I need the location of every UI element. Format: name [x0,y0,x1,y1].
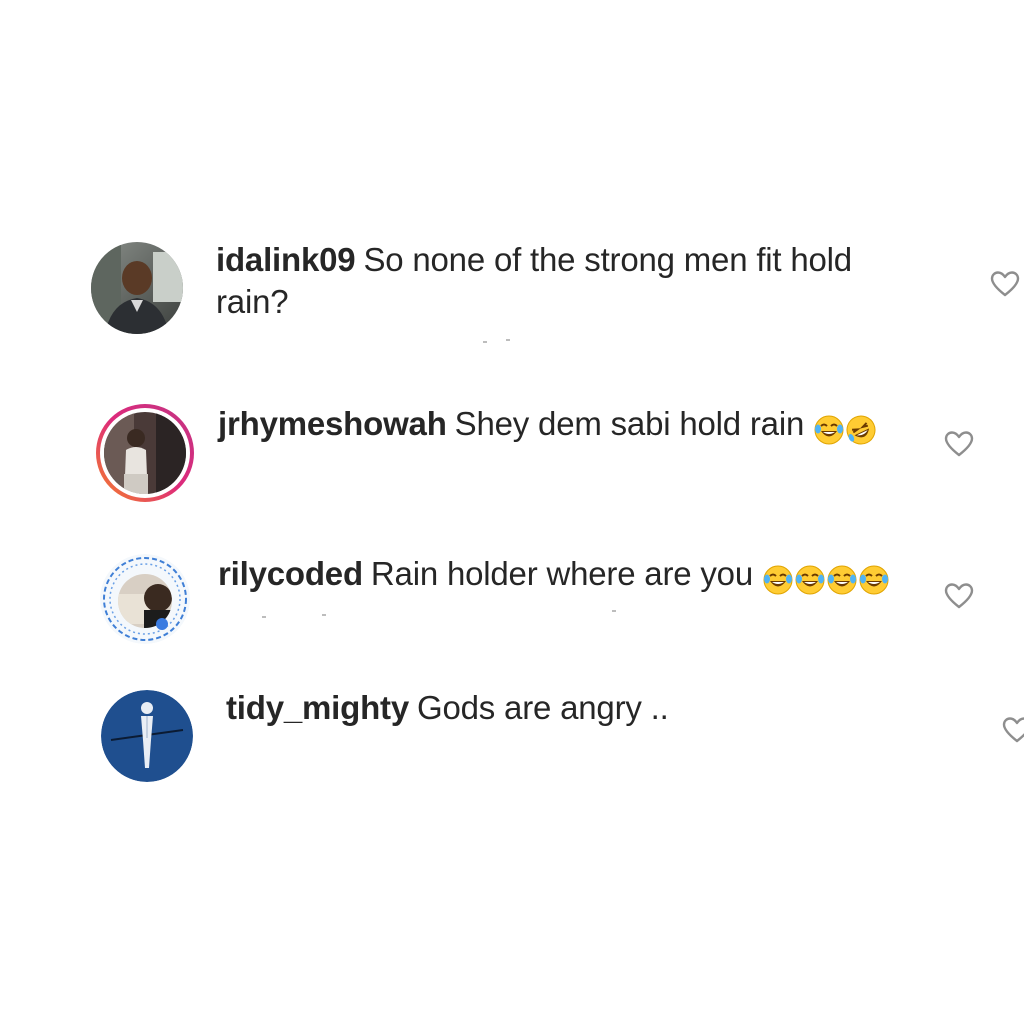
avatar-rilycoded[interactable] [100,554,190,644]
face-with-tears-of-joy-icon [859,565,889,595]
image-speck [322,614,326,616]
image-speck [483,341,487,343]
comment-body: So none of the strong men fit hold [363,241,852,278]
comment-text: idalink09 So none of the strong men fit h… [216,240,852,280]
comments-screen: idalink09 So none of the strong men fit h… [0,0,1024,1024]
rolling-on-the-floor-laughing-icon [846,415,876,445]
heart-outline-icon[interactable] [1002,716,1024,744]
avatar-tidy_mighty[interactable] [101,690,193,782]
avatar-jrhymeshowah[interactable] [94,402,196,504]
comment-text-continued: rain? [216,282,289,322]
heart-outline-icon[interactable] [944,582,974,610]
avatar-idalink09[interactable] [91,242,183,334]
comment-item: idalink09 So none of the strong men fit h… [0,238,1024,338]
comment-text: tidy_mighty Gods are angry .. [226,688,669,728]
comment-item: tidy_mighty Gods are angry .. [0,686,1024,786]
face-with-tears-of-joy-icon [763,565,793,595]
face-with-tears-of-joy-icon [814,415,844,445]
profile-photo-icon [91,242,183,334]
story-ring-icon [96,404,194,502]
comment-text: rilycoded Rain holder where are you [218,554,891,598]
comment-username[interactable]: tidy_mighty [226,689,409,726]
comment-item: rilycoded Rain holder where are you [0,548,1024,648]
comment-body: Gods are angry .. [417,689,669,726]
heart-outline-icon[interactable] [990,270,1020,298]
decorated-frame-icon [100,554,190,644]
comment-body-line2: rain? [216,283,289,320]
blue-figure-icon [101,690,193,782]
comment-username[interactable]: rilycoded [218,555,363,592]
comment-body: Shey dem sabi hold rain [454,405,805,442]
image-speck [262,616,266,618]
emoji-row [763,558,891,598]
comment-body: Rain holder where are you [370,555,753,592]
comment-username[interactable]: jrhymeshowah [218,405,447,442]
image-speck [612,610,616,612]
comment-item: jrhymeshowah Shey dem sabi hold rain [0,392,1024,502]
comment-text: jrhymeshowah Shey dem sabi hold rain [218,404,878,448]
emoji-row [814,408,878,448]
face-with-tears-of-joy-icon [827,565,857,595]
image-speck [506,339,510,341]
face-with-tears-of-joy-icon [795,565,825,595]
comment-username[interactable]: idalink09 [216,241,356,278]
heart-outline-icon[interactable] [944,430,974,458]
